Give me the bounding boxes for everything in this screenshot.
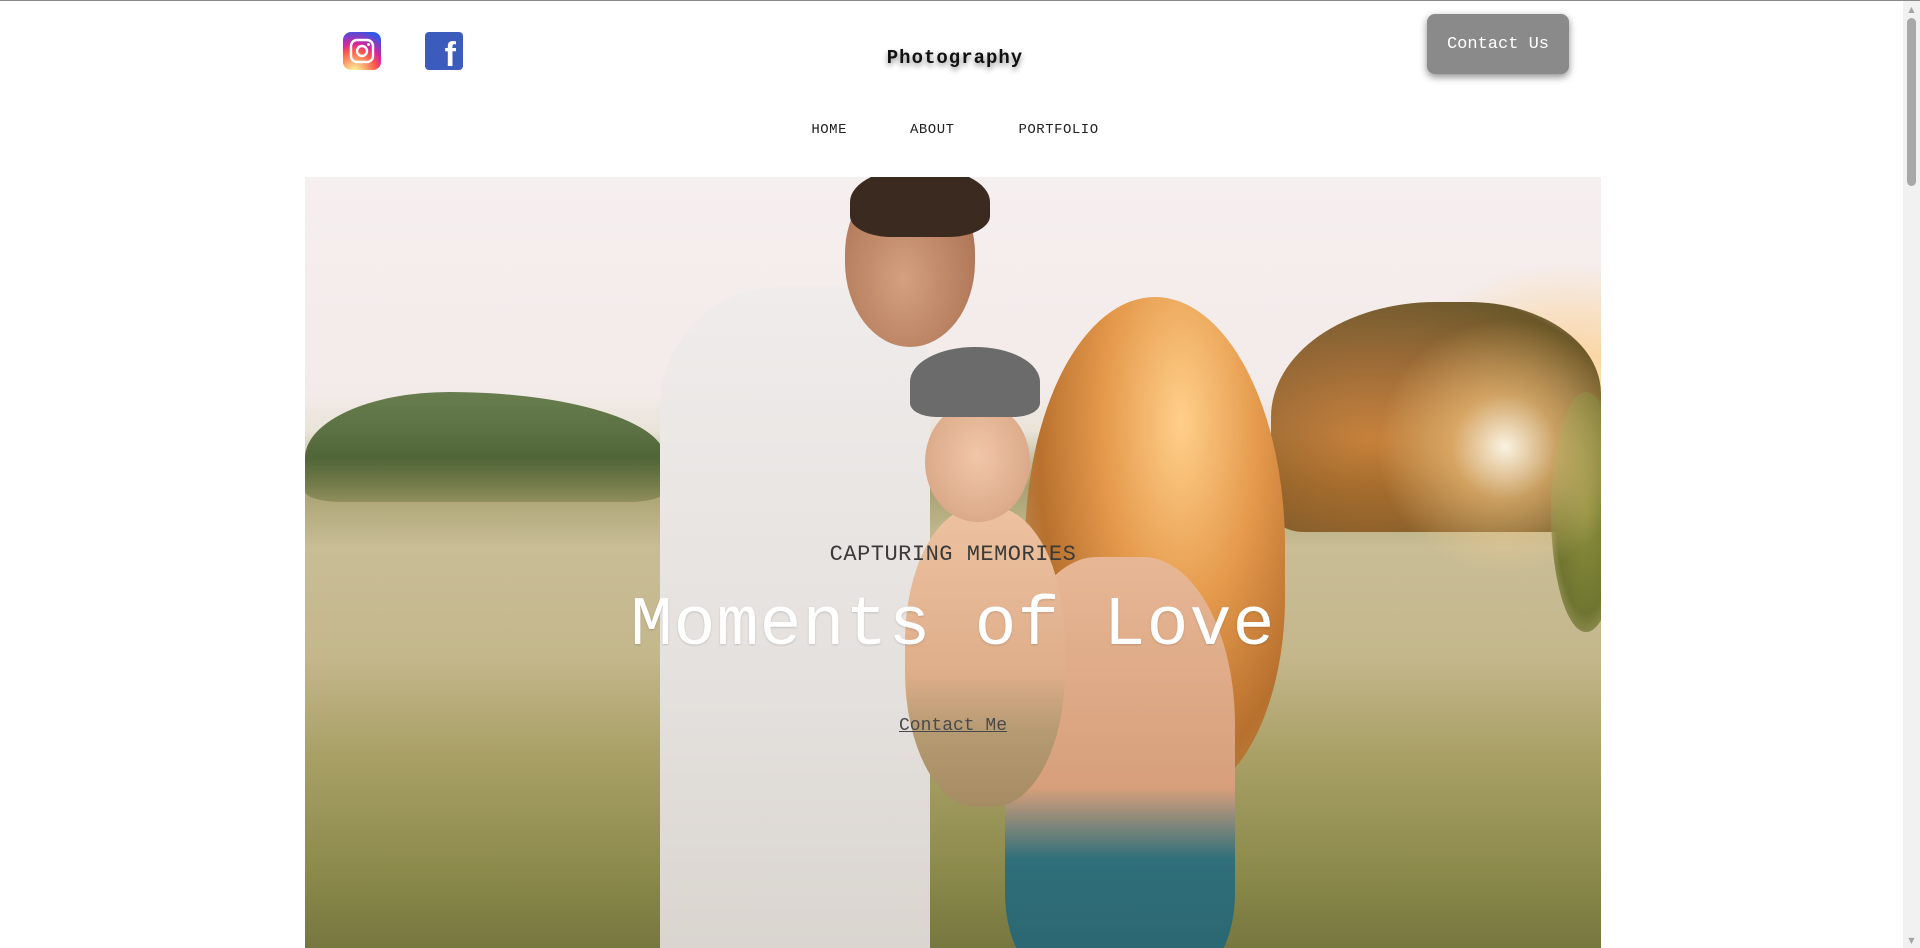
brand-title: Photography	[886, 47, 1024, 69]
contact-us-button[interactable]: Contact Us	[1427, 14, 1569, 74]
scroll-down-arrow-icon[interactable]: ▼	[1903, 932, 1920, 948]
hero-photo-baby-face	[925, 402, 1030, 522]
scroll-thumb[interactable]	[1907, 18, 1916, 186]
hero-banner: CAPTURING MEMORIES Moments of Love Conta…	[305, 177, 1601, 948]
hero-title: Moments of Love	[630, 587, 1276, 666]
hero-photo-trees-left	[305, 392, 665, 502]
nav-item-home[interactable]: HOME	[811, 122, 847, 138]
hero-kicker: CAPTURING MEMORIES	[829, 542, 1077, 567]
nav-item-portfolio[interactable]: PORTFOLIO	[1019, 122, 1099, 138]
page: f Photography Contact Us HOME ABOUT PORT…	[0, 0, 1920, 948]
hero-photo-man-hair	[850, 177, 990, 237]
vertical-scrollbar[interactable]: ▲ ▼	[1903, 1, 1920, 948]
scroll-up-arrow-icon[interactable]: ▲	[1903, 1, 1920, 18]
hero-photo-baby-cap	[910, 347, 1040, 417]
main-nav: HOME ABOUT PORTFOLIO	[0, 122, 1910, 138]
nav-item-about[interactable]: ABOUT	[910, 122, 955, 138]
contact-me-link[interactable]: Contact Me	[899, 716, 1007, 736]
hero-cta-wrapper: Contact Me	[305, 716, 1601, 736]
